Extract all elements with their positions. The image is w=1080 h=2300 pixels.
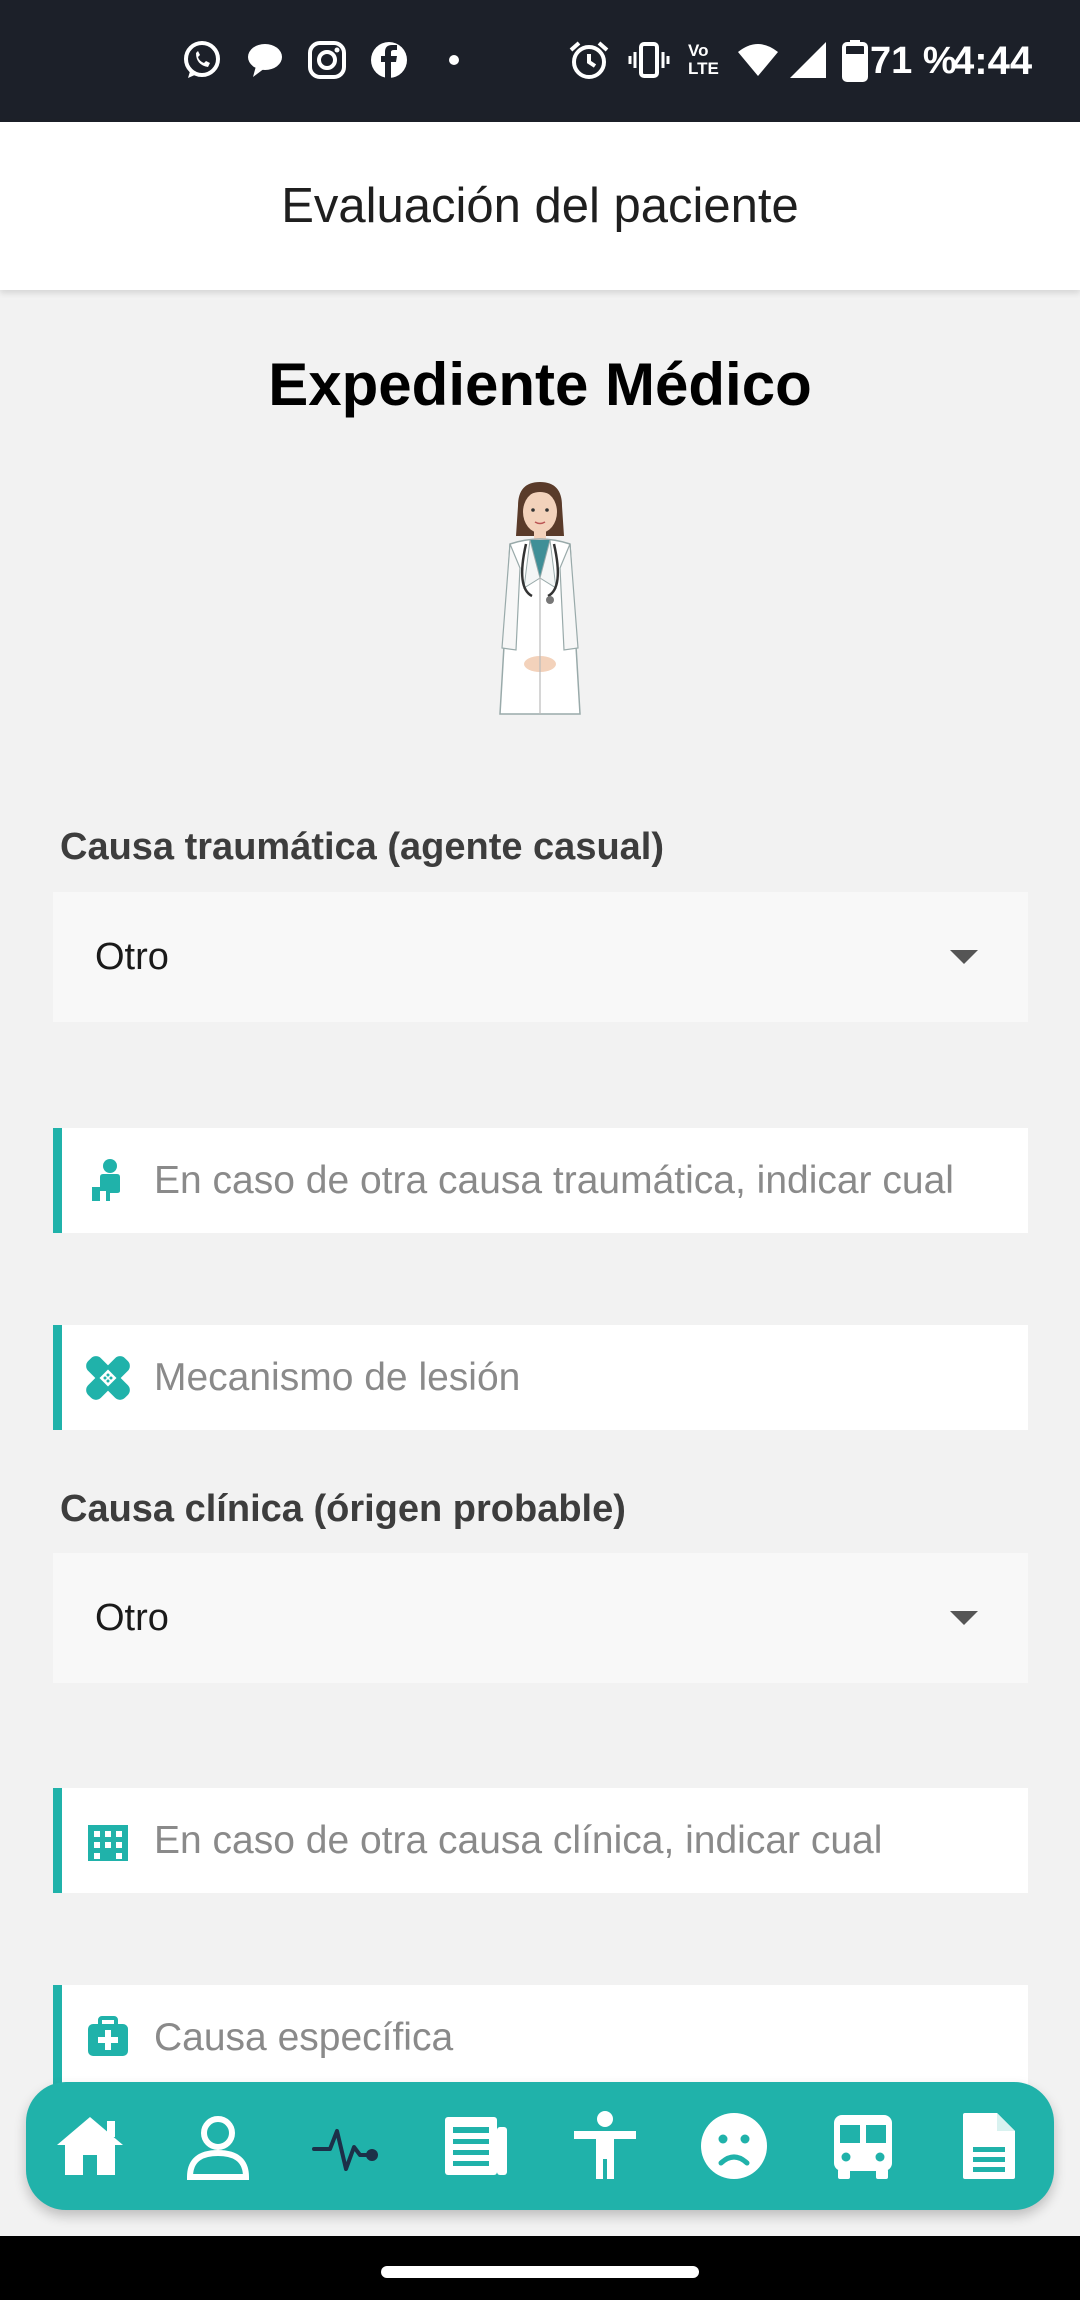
bandage-icon	[86, 1356, 130, 1400]
battery-percent: 71 %	[870, 40, 957, 82]
bus-icon	[834, 2115, 892, 2179]
nav-report[interactable]	[948, 2104, 1032, 2188]
specific-cause-field[interactable]	[53, 1985, 1028, 2090]
wifi-icon	[738, 44, 778, 76]
injury-mechanism-input[interactable]	[154, 1325, 1024, 1430]
home-gesture-pill[interactable]	[381, 2266, 699, 2278]
document-icon	[963, 2113, 1015, 2179]
hospital-building-icon	[88, 1825, 128, 1861]
newspaper-icon	[445, 2117, 507, 2175]
other-clinical-cause-field[interactable]	[53, 1788, 1028, 1893]
user-icon	[186, 2116, 250, 2180]
dot-icon	[449, 55, 459, 65]
volte-label: Vo LTE	[688, 41, 719, 78]
sad-face-icon	[701, 2113, 767, 2179]
nav-records[interactable]	[434, 2104, 518, 2188]
clinical-cause-select[interactable]: Otro	[53, 1553, 1028, 1683]
app-title: Evaluación del paciente	[281, 179, 799, 233]
system-nav-bar	[0, 2236, 1080, 2300]
chat-bubble-icon	[248, 44, 282, 77]
app-bar: Evaluación del paciente	[0, 122, 1080, 290]
specific-cause-input[interactable]	[154, 1985, 1024, 2090]
other-traumatic-cause-input[interactable]	[154, 1128, 1024, 1233]
alarm-icon	[569, 41, 609, 79]
nav-transport[interactable]	[821, 2104, 905, 2188]
vibrate-icon	[628, 42, 670, 78]
nav-pain[interactable]	[692, 2104, 776, 2188]
doctor-illustration	[499, 482, 581, 715]
traumatic-cause-select[interactable]: Otro	[53, 892, 1028, 1022]
nav-profile[interactable]	[176, 2104, 260, 2188]
traumatic-cause-value: Otro	[95, 936, 169, 978]
dropdown-arrow-icon	[950, 950, 978, 964]
whatsapp-icon	[184, 41, 220, 78]
battery-icon	[842, 40, 868, 82]
dropdown-arrow-icon	[950, 1611, 978, 1625]
person-icon	[92, 1159, 120, 1201]
heartbeat-icon	[312, 2129, 378, 2171]
facebook-icon	[371, 42, 407, 78]
injury-mechanism-field[interactable]	[53, 1325, 1028, 1430]
screen: Vo LTE 71 % 4:44 Evaluación del paciente…	[0, 0, 1080, 2300]
medkit-icon	[88, 2016, 128, 2056]
clinical-cause-value: Otro	[95, 1597, 169, 1639]
bottom-nav	[26, 2082, 1054, 2210]
signal-icon	[790, 42, 826, 78]
nav-home[interactable]	[48, 2104, 132, 2188]
nav-vitals[interactable]	[305, 2104, 389, 2188]
clinical-cause-label: Causa clínica (órigen probable)	[60, 1488, 626, 1530]
status-bar: Vo LTE 71 % 4:44	[0, 0, 1080, 122]
home-icon	[57, 2117, 123, 2175]
body-icon	[574, 2111, 636, 2179]
clock: 4:44	[952, 39, 1033, 83]
other-traumatic-cause-field[interactable]	[53, 1128, 1028, 1233]
instagram-icon	[308, 41, 346, 79]
other-clinical-cause-input[interactable]	[154, 1788, 1024, 1893]
traumatic-cause-label: Causa traumática (agente casual)	[60, 826, 665, 868]
nav-body[interactable]	[563, 2104, 647, 2188]
page-heading: Expediente Médico	[268, 351, 812, 418]
